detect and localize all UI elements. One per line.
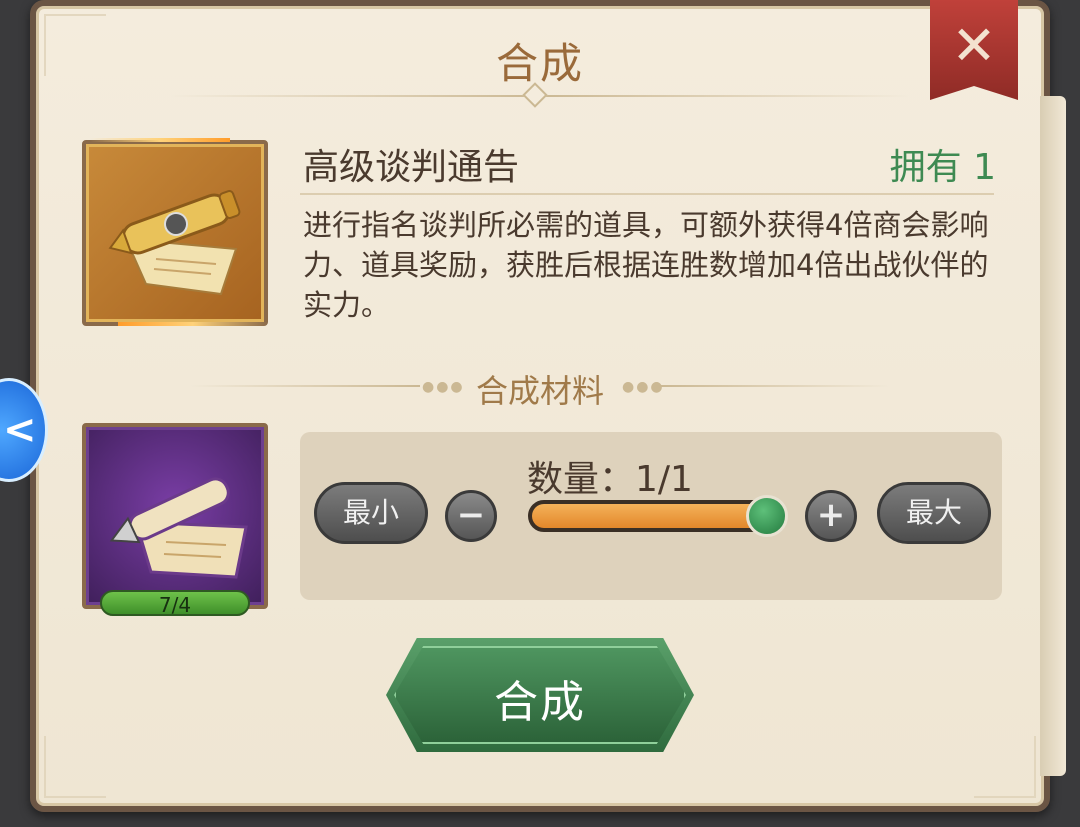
item-description: 进行指名谈判所必需的道具，可额外获得4倍商会影响力、道具奖励，获胜后根据连胜数增… bbox=[303, 208, 989, 322]
materials-divider-right bbox=[660, 385, 890, 387]
craft-button[interactable]: 合成 bbox=[386, 638, 694, 752]
item-name: 高级谈判通告 bbox=[303, 147, 520, 188]
chevron-left-icon: < bbox=[3, 407, 37, 453]
max-button[interactable]: 最大 bbox=[877, 482, 991, 544]
item-icon-frame[interactable] bbox=[82, 140, 268, 326]
craft-button-label: 合成 bbox=[494, 677, 586, 728]
owned-count: 拥有 1 bbox=[889, 147, 996, 188]
corner-ornament bbox=[974, 736, 1036, 798]
item-glow-top bbox=[90, 138, 230, 142]
slider-fill bbox=[532, 504, 769, 528]
item-glow-bottom bbox=[118, 322, 268, 326]
golden-scroll-icon bbox=[108, 190, 241, 296]
purple-scroll-icon bbox=[109, 477, 248, 579]
material-count-badge: 7/4 bbox=[100, 590, 250, 617]
divider-dots: ●●● bbox=[622, 379, 665, 395]
close-button[interactable]: ✕ bbox=[930, 0, 1018, 100]
name-underline bbox=[300, 193, 994, 195]
minus-icon[interactable]: − bbox=[445, 490, 497, 542]
material-icon-frame[interactable] bbox=[82, 423, 268, 609]
min-button[interactable]: 最小 bbox=[314, 482, 428, 544]
plus-icon[interactable]: + bbox=[805, 490, 857, 542]
paper-curl-decoration bbox=[1040, 96, 1066, 776]
materials-title: 合成材料 bbox=[475, 372, 604, 410]
slider-knob[interactable] bbox=[746, 495, 788, 537]
close-icon: ✕ bbox=[951, 14, 997, 77]
quantity-label: 数量：1/1 bbox=[527, 459, 693, 500]
quantity-slider[interactable] bbox=[528, 495, 788, 537]
corner-ornament bbox=[44, 736, 106, 798]
dialog-title: 合成 bbox=[495, 39, 584, 88]
